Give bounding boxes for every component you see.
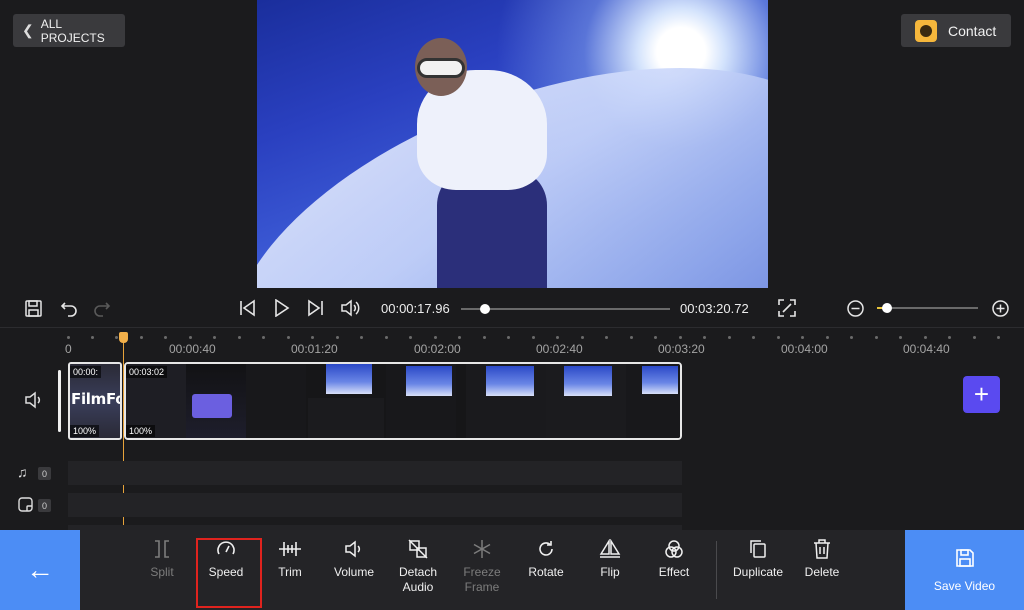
- zoom-out-icon[interactable]: [846, 299, 864, 317]
- redo-icon[interactable]: [92, 298, 112, 318]
- volume-icon: [319, 538, 389, 560]
- save-video-label: Save Video: [933, 578, 996, 593]
- zoom-knob[interactable]: [882, 303, 892, 313]
- skip-to-start-icon[interactable]: [238, 298, 258, 318]
- effect-label: Effect: [658, 565, 690, 579]
- volume-label: Volume: [333, 565, 375, 579]
- duplicate-tool[interactable]: Duplicate: [723, 538, 793, 580]
- seek-bar[interactable]: [461, 308, 670, 310]
- rotate-label: Rotate: [528, 565, 564, 579]
- speedometer-icon: [191, 538, 261, 560]
- ruler-label: 0: [65, 342, 72, 356]
- clip-1-title: FilmForth: [71, 390, 120, 408]
- video-preview: [257, 0, 768, 288]
- trash-icon: [787, 538, 857, 560]
- all-projects-button[interactable]: ❮ ALL PROJECTS: [13, 14, 125, 47]
- clip-2-duration: 00:03:02: [126, 366, 168, 378]
- split-label: Split: [150, 565, 174, 579]
- clip-1-volume: 100%: [70, 425, 100, 437]
- player-volume-icon[interactable]: [339, 298, 361, 318]
- delete-tool[interactable]: Delete: [787, 538, 857, 580]
- ruler-label: 00:00:40: [169, 342, 216, 356]
- freeze-frame-label: Freeze Frame: [463, 565, 501, 594]
- total-time: 00:03:20.72: [680, 301, 749, 316]
- ruler-label: 00:03:20: [658, 342, 705, 356]
- seek-knob[interactable]: [480, 304, 490, 314]
- speed-tool[interactable]: Speed: [191, 538, 261, 580]
- undo-icon[interactable]: [59, 298, 79, 318]
- volume-tool[interactable]: Volume: [319, 538, 389, 580]
- clip-2-volume: 100%: [126, 425, 156, 437]
- speed-label: Speed: [208, 565, 244, 579]
- music-track-count: 0: [38, 467, 51, 480]
- effect-tool[interactable]: Effect: [639, 538, 709, 580]
- detach-audio-tool[interactable]: Detach Audio: [383, 538, 453, 595]
- contact-label: Contact: [948, 22, 997, 39]
- current-time: 00:00:17.96: [381, 301, 450, 316]
- save-icon: [955, 548, 975, 571]
- zoom-in-icon[interactable]: [991, 299, 1009, 317]
- sticker-track-count: 0: [38, 499, 51, 512]
- music-track-icon: ♫: [17, 464, 28, 480]
- fullscreen-icon[interactable]: [777, 298, 797, 318]
- play-icon[interactable]: [272, 298, 292, 318]
- plus-icon: +: [973, 379, 990, 409]
- save-project-icon[interactable]: [24, 298, 42, 318]
- effect-icon: [639, 538, 709, 560]
- add-media-button[interactable]: +: [963, 376, 1000, 413]
- video-clip-1[interactable]: 00:00: FilmForth 100%: [68, 362, 122, 440]
- contact-button[interactable]: Contact: [901, 14, 1011, 47]
- timeline-ruler[interactable]: 0 00:00:40 00:01:20 00:02:00 00:02:40 00…: [0, 330, 1024, 358]
- contact-avatar-icon: [915, 19, 937, 42]
- all-projects-label: ALL PROJECTS: [40, 16, 105, 45]
- ruler-label: 00:04:40: [903, 342, 950, 356]
- back-button[interactable]: ←: [0, 530, 80, 610]
- playhead-handle[interactable]: [119, 332, 128, 343]
- zoom-slider[interactable]: [877, 307, 978, 309]
- duplicate-label: Duplicate: [732, 565, 784, 579]
- ruler-label: 00:02:40: [536, 342, 583, 356]
- detach-audio-icon: [383, 538, 453, 560]
- sticker-track[interactable]: [68, 493, 682, 517]
- chevron-left-icon: ❮: [22, 22, 34, 38]
- ruler-label: 00:01:20: [291, 342, 338, 356]
- sticker-track-icon: [17, 496, 33, 512]
- clip-1-duration: 00:00:: [70, 366, 102, 378]
- freeze-frame-tool[interactable]: Freeze Frame: [447, 538, 517, 595]
- snowflake-icon: [447, 538, 517, 560]
- clip-start-handle[interactable]: [58, 370, 61, 432]
- flip-icon: [575, 538, 645, 560]
- save-video-button[interactable]: Save Video: [905, 530, 1024, 610]
- video-clip-2[interactable]: 00:03:02 100%: [124, 362, 682, 440]
- rotate-icon: [511, 538, 581, 560]
- trim-icon: [255, 538, 325, 560]
- toolbar-divider: [716, 541, 717, 599]
- arrow-left-icon: ←: [26, 554, 54, 585]
- detach-audio-label: Detach Audio: [398, 565, 438, 594]
- rotate-tool[interactable]: Rotate: [511, 538, 581, 580]
- flip-tool[interactable]: Flip: [575, 538, 645, 580]
- trim-label: Trim: [278, 565, 302, 579]
- split-tool[interactable]: Split: [127, 538, 197, 580]
- flip-label: Flip: [600, 565, 620, 579]
- ruler-label: 00:02:00: [414, 342, 461, 356]
- music-track[interactable]: [68, 461, 682, 485]
- duplicate-icon: [723, 538, 793, 560]
- skip-to-end-icon[interactable]: [305, 298, 325, 318]
- track-volume-icon[interactable]: [24, 391, 44, 414]
- delete-label: Delete: [804, 565, 840, 579]
- trim-tool[interactable]: Trim: [255, 538, 325, 580]
- split-icon: [127, 538, 197, 560]
- ruler-label: 00:04:00: [781, 342, 828, 356]
